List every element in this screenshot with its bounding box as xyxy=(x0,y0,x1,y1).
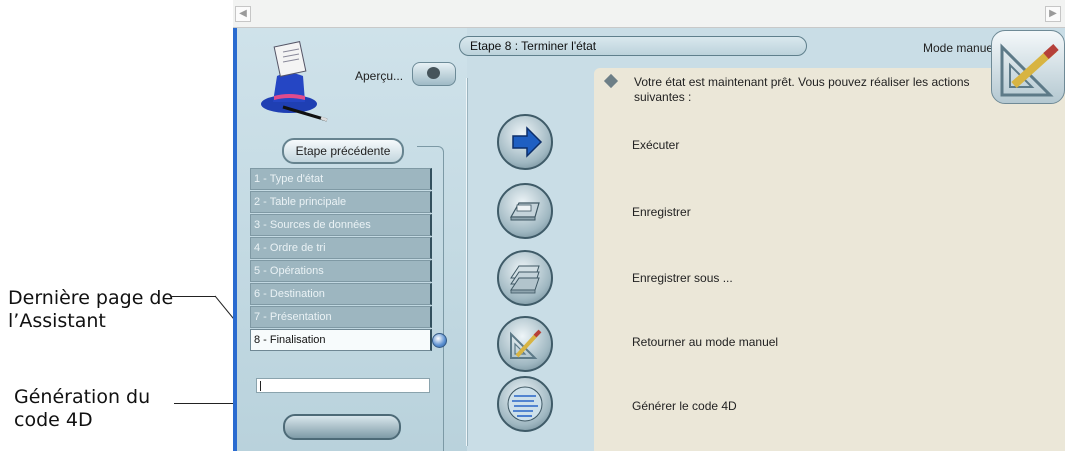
set-square-ruler-icon xyxy=(1000,43,1059,97)
preview-eye-icon xyxy=(427,67,440,79)
step-item-main-table[interactable]: 2 - Table principale xyxy=(250,191,432,213)
save-as-disks-icon xyxy=(510,265,540,294)
step-item-type[interactable]: 1 - Type d'état xyxy=(250,168,432,190)
manual-mode-button[interactable] xyxy=(497,316,553,372)
step-item-sort-order[interactable]: 4 - Ordre de tri xyxy=(250,237,432,259)
run-button[interactable] xyxy=(497,114,553,170)
manual-mode-tools-icon xyxy=(510,329,542,359)
window-left-edge xyxy=(233,28,237,451)
callout-last-page-text: Dernière page de l’Assistant xyxy=(8,287,174,332)
generate-code-label: Générer le code 4D xyxy=(632,399,737,413)
callout-code-generation-text: Génération du code 4D xyxy=(14,386,151,431)
scroll-left-arrow-icon[interactable]: ◀ xyxy=(235,6,251,22)
step-item-operations[interactable]: 5 - Opérations xyxy=(250,260,432,282)
actions-panel xyxy=(594,68,1065,451)
callout-code-generation: Génération du code 4D xyxy=(14,386,150,432)
horizontal-scrollbar[interactable]: ◀ ▶ xyxy=(233,0,1065,28)
current-step-indicator-icon xyxy=(432,333,447,348)
step-item-data-sources[interactable]: 3 - Sources de données xyxy=(250,214,432,236)
save-as-label: Enregistrer sous ... xyxy=(632,271,733,285)
save-label: Enregistrer xyxy=(632,205,691,219)
save-as-button[interactable] xyxy=(497,250,553,306)
callout-last-page: Dernière page de l’Assistant xyxy=(8,287,173,333)
scroll-right-arrow-icon[interactable]: ▶ xyxy=(1045,6,1061,22)
previous-step-button[interactable]: Etape précédente xyxy=(282,138,404,164)
wizard-steps-pane: Aperçu... Etape précédente 1 - Type d'ét… xyxy=(237,28,467,451)
save-disk-icon xyxy=(509,202,540,221)
preview-label: Aperçu... xyxy=(355,69,404,83)
manual-mode-corner-button[interactable] xyxy=(991,30,1065,104)
wizard-hat-logo-icon xyxy=(261,41,328,122)
callout-last-page-line xyxy=(172,296,216,297)
report-wizard-window: ◀ ▶ Aperçu... Etape précédente 1 - Type … xyxy=(233,0,1065,451)
intro-text: Votre état est maintenant prêt. Vous pou… xyxy=(634,75,970,104)
report-name-field[interactable] xyxy=(256,378,430,393)
run-arrow-icon xyxy=(512,126,543,158)
step-item-destination[interactable]: 6 - Destination xyxy=(250,283,432,305)
column-divider xyxy=(466,78,468,446)
save-button[interactable] xyxy=(497,183,553,239)
step-item-presentation[interactable]: 7 - Présentation xyxy=(250,306,432,328)
steps-list: 1 - Type d'état 2 - Table principale 3 -… xyxy=(250,168,432,352)
manual-mode-label: Mode manuel xyxy=(923,41,996,55)
step-item-finalisation[interactable]: 8 - Finalisation xyxy=(250,329,432,351)
generate-code-button[interactable] xyxy=(497,376,553,432)
next-step-button[interactable] xyxy=(283,414,401,440)
generate-code-icon xyxy=(507,386,543,422)
step-title: Etape 8 : Terminer l'état xyxy=(459,36,807,56)
return-manual-mode-label: Retourner au mode manuel xyxy=(632,335,779,349)
preview-button[interactable] xyxy=(412,62,456,86)
run-label: Exécuter xyxy=(632,138,680,152)
